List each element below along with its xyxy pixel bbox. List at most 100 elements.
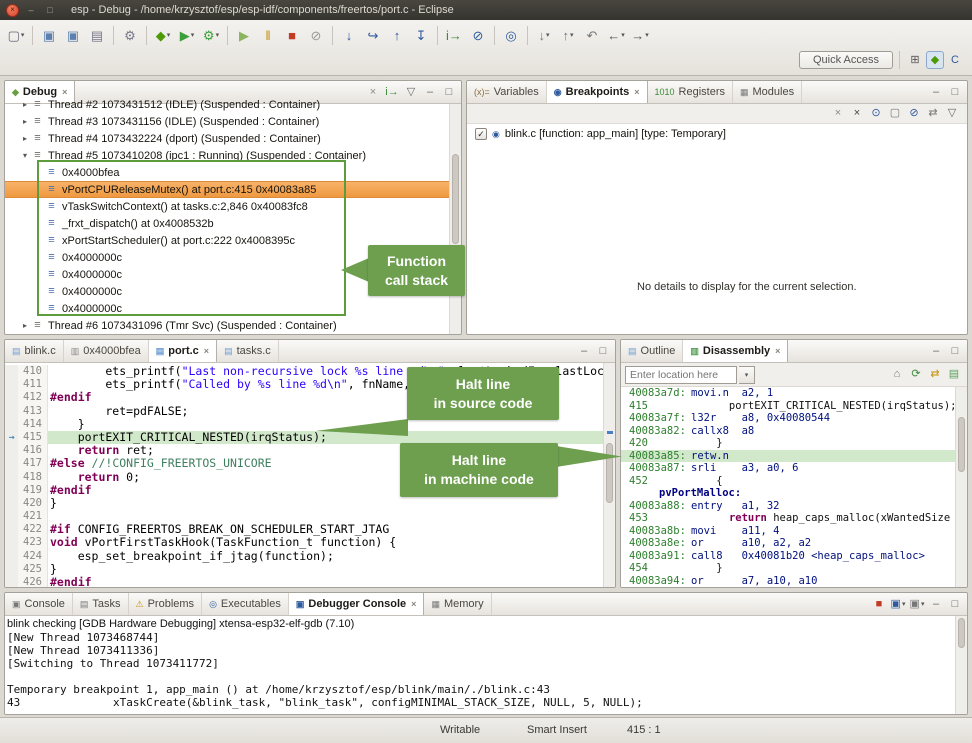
debug-thread-row[interactable]: ▸≡Thread #2 1073431512 (IDLE) (Suspended… xyxy=(5,96,449,113)
disassembly-row[interactable]: 40083a85:retw.n xyxy=(621,450,955,463)
tab-registers[interactable]: 1010Registers xyxy=(648,81,734,103)
disassembly-row[interactable]: 40083a7f:l32r a8, 0x40080544 xyxy=(621,412,955,425)
line-number[interactable]: 418 xyxy=(18,471,48,484)
close-button[interactable]: × xyxy=(6,4,19,17)
code-line[interactable]: 422#if CONFIG_FREERTOS_BREAK_ON_SCHEDULE… xyxy=(5,523,603,536)
maximize-icon[interactable]: □ xyxy=(946,595,964,613)
minimize-icon[interactable]: – xyxy=(927,342,945,360)
line-number[interactable]: 416 xyxy=(18,444,48,457)
code-line[interactable]: 424 esp_set_breakpoint_if_jtag(function)… xyxy=(5,550,603,563)
debug-thread-row[interactable]: ▸≡Thread #6 1073431096 (Tmr Svc) (Suspen… xyxy=(5,317,449,334)
code-line[interactable]: 420} xyxy=(5,497,603,510)
disassembly-row[interactable]: 40083a8e:or a10, a2, a2 xyxy=(621,537,955,550)
disassembly-row[interactable]: 40083a91:call8 0x40081b20 <heap_caps_mal… xyxy=(621,550,955,563)
disassembly-scrollbar[interactable] xyxy=(955,387,967,587)
code-line[interactable]: 425} xyxy=(5,563,603,576)
location-history-dropdown[interactable]: ▾ xyxy=(739,366,755,384)
new-wizard-icon[interactable]: ▢▾ xyxy=(4,23,28,47)
close-tab-icon[interactable]: × xyxy=(775,346,780,356)
debug-thread-row[interactable]: ▾≡Thread #5 1073410208 (ipc1 : Running) … xyxy=(5,147,449,164)
tab-memory[interactable]: ▦Memory xyxy=(424,593,491,615)
suspend-icon[interactable]: ‖ xyxy=(256,23,280,47)
debug-thread-row[interactable]: ▸≡Thread #3 1073431156 (IDLE) (Suspended… xyxy=(5,113,449,130)
debug-icon[interactable]: ◆▾ xyxy=(151,23,175,47)
line-number[interactable]: 414 xyxy=(18,418,48,431)
expand-icon[interactable]: ▸ xyxy=(19,117,31,126)
disassembly-row[interactable]: 40083a7d:movi.n a2, 1 xyxy=(621,387,955,400)
show-source-icon[interactable]: ▤ xyxy=(945,366,963,384)
resume-icon[interactable]: ▶ xyxy=(232,23,256,47)
line-number[interactable]: 426 xyxy=(18,576,48,587)
home-icon[interactable]: ⌂ xyxy=(888,366,906,384)
line-number[interactable]: 415 xyxy=(18,431,48,444)
next-annotation-icon[interactable]: ↓▾ xyxy=(532,23,556,47)
code-line[interactable]: 423void vPortFirstTaskHook(TaskFunction_… xyxy=(5,536,603,549)
overview-marker[interactable] xyxy=(607,431,613,434)
tab-disassembly[interactable]: ▥Disassembly× xyxy=(683,340,788,362)
tab-outline[interactable]: ▤Outline xyxy=(621,340,683,362)
debug-scrollbar[interactable] xyxy=(449,104,461,334)
close-tab-icon[interactable]: × xyxy=(634,87,639,97)
skip-all-breakpoints-icon[interactable]: ⊘ xyxy=(466,23,490,47)
disassembly-row[interactable]: 453 return heap_caps_malloc(xWantedSize xyxy=(621,512,955,525)
view-menu-icon[interactable]: ▽ xyxy=(943,105,961,123)
code-line[interactable]: 426#endif xyxy=(5,576,603,587)
tab-blink-c[interactable]: ▤blink.c xyxy=(5,340,64,362)
link-with-debug-icon[interactable]: ⇄ xyxy=(924,105,942,123)
debug-frame-row[interactable]: ≡0x4000000c xyxy=(5,300,449,317)
sync-selection-icon[interactable]: ⇄ xyxy=(926,366,944,384)
collapse-icon[interactable]: ▾ xyxy=(19,151,31,160)
disassembly-row[interactable]: pvPortMalloc: xyxy=(621,487,955,500)
terminate-icon[interactable]: ■ xyxy=(280,23,304,47)
disassembly-row[interactable]: 415 portEXIT_CRITICAL_NESTED(irqStatus); xyxy=(621,400,955,413)
disassembly-row[interactable]: 40083a88:entry a1, 32 xyxy=(621,500,955,513)
close-tab-icon[interactable]: × xyxy=(204,346,209,356)
print-icon[interactable]: ▤ xyxy=(85,23,109,47)
last-edit-location-icon[interactable]: ↶ xyxy=(580,23,604,47)
line-number[interactable]: 417 xyxy=(18,457,48,470)
tab-breakpoints[interactable]: ◉Breakpoints× xyxy=(547,81,648,103)
console-scrollbar[interactable] xyxy=(955,616,967,714)
previous-annotation-icon[interactable]: ↑▾ xyxy=(556,23,580,47)
debug-frame-row[interactable]: ≡vPortCPUReleaseMutex() at port.c:415 0x… xyxy=(5,181,449,198)
tab-console[interactable]: ▣Console xyxy=(5,593,73,615)
disassembly-row[interactable]: 452 { xyxy=(621,475,955,488)
minimize-icon[interactable]: – xyxy=(927,83,945,101)
open-console-icon[interactable]: ▣▾ xyxy=(908,595,926,613)
debug-frame-row[interactable]: ≡vTaskSwitchContext() at tasks.c:2,846 0… xyxy=(5,198,449,215)
disassembly-row[interactable]: 40083a87:srli a3, a0, 6 xyxy=(621,462,955,475)
tab-port-c[interactable]: ▤port.c× xyxy=(149,340,217,362)
breakpoint-item[interactable]: ✓ ◉ blink.c [function: app_main] [type: … xyxy=(467,124,967,144)
line-number[interactable]: 412 xyxy=(18,391,48,404)
tab-tasks[interactable]: ▤Tasks xyxy=(73,593,129,615)
minimize-icon[interactable]: – xyxy=(575,342,593,360)
tab-tasks-c[interactable]: ▤tasks.c xyxy=(217,340,279,362)
expand-icon[interactable]: ▸ xyxy=(19,321,31,330)
tab-problems[interactable]: ⚠Problems xyxy=(129,593,203,615)
disassembly-row[interactable]: 420 } xyxy=(621,437,955,450)
step-into-icon[interactable]: ↓ xyxy=(337,23,361,47)
line-number[interactable]: 422 xyxy=(18,523,48,536)
tab-variables[interactable]: (x)=Variables xyxy=(467,81,547,103)
maximize-button[interactable]: □ xyxy=(43,3,57,17)
save-icon[interactable]: ▣ xyxy=(37,23,61,47)
remove-all-breakpoints-icon[interactable]: × xyxy=(848,105,866,123)
minimize-icon[interactable]: – xyxy=(927,595,945,613)
debug-frame-row[interactable]: ≡0x4000bfea xyxy=(5,164,449,181)
line-number[interactable]: 421 xyxy=(18,510,48,523)
remove-breakpoint-icon[interactable]: × xyxy=(829,105,847,123)
close-tab-icon[interactable]: × xyxy=(411,599,416,609)
run-icon[interactable]: ▶▾ xyxy=(175,23,199,47)
open-perspective-icon[interactable]: ⊞ xyxy=(906,51,924,69)
disassembly-row[interactable]: 40083a94:or a7, a10, a10 xyxy=(621,575,955,588)
back-icon[interactable]: ←▾ xyxy=(604,23,628,47)
cpp-perspective-icon[interactable]: C xyxy=(946,51,964,69)
minimize-button[interactable]: – xyxy=(24,3,38,17)
save-all-icon[interactable]: ▣ xyxy=(61,23,85,47)
debug-frame-row[interactable]: ≡_frxt_dispatch() at 0x4008532b xyxy=(5,215,449,232)
refresh-icon[interactable]: ⟳ xyxy=(907,366,925,384)
line-number[interactable]: 424 xyxy=(18,550,48,563)
debug-thread-row[interactable]: ▸≡Thread #4 1073432224 (dport) (Suspende… xyxy=(5,130,449,147)
expand-icon[interactable]: ▸ xyxy=(19,100,31,109)
expand-icon[interactable]: ▸ xyxy=(19,134,31,143)
